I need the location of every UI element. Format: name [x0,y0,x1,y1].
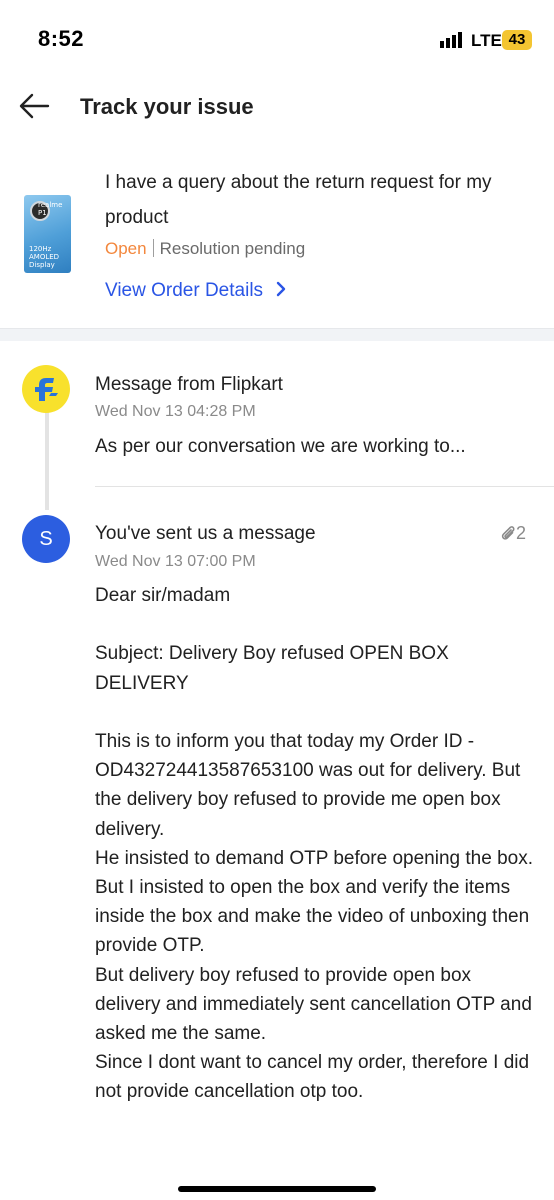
paperclip-icon [501,526,515,540]
status-bar: 8:52 LTE 43 [0,0,554,82]
attachment-count: 2 [516,523,527,543]
view-order-label: View Order Details [105,280,264,301]
flipkart-logo-icon [22,365,70,413]
battery-indicator: 43 [502,30,532,50]
avatar: S [22,515,70,563]
message-preview[interactable]: As per our conversation we are working t… [95,436,466,458]
message-paragraph: This is to inform you that today my Orde… [95,730,521,840]
message-title: Message from Flipkart [95,374,283,395]
attachments-indicator[interactable]: 2 [500,523,526,544]
message-paragraph: Since I dont want to cancel my order, th… [95,1052,530,1103]
message-time: Wed Nov 13 04:28 PM [95,403,256,420]
section-divider [0,328,554,341]
message-paragraph: He insisted to demand OTP before opening… [95,847,533,957]
status-time: 8:52 [38,26,85,51]
home-indicator[interactable] [178,1186,376,1192]
network-type: LTE [471,31,502,50]
arrow-left-icon[interactable] [16,88,52,124]
chevron-right-icon [277,281,286,297]
message-body: Dear sir/madam Subject: Delivery Boy ref… [95,581,540,1107]
app-header: Track your issue [0,82,554,136]
signal-icon [440,32,462,48]
status-separator [152,239,154,257]
issue-card: realme P1 120Hz AMOLED Display I have a … [0,150,554,328]
message-paragraph: Dear sir/madam [95,585,231,606]
message-title: You've sent us a message [95,523,316,544]
timeline-connector [45,398,49,510]
product-image-text: realme P1 [38,201,63,217]
message-divider [95,486,554,487]
issue-status-row: Open Resolution pending [105,239,305,259]
message-paragraph: But delivery boy refused to provide open… [95,964,532,1045]
status-badge: Open [105,239,147,258]
product-image: realme P1 120Hz AMOLED Display [24,195,71,273]
resolution-status: Resolution pending [159,239,306,258]
message-paragraph: Subject: Delivery Boy refused OPEN BOX D… [95,643,449,694]
message-time: Wed Nov 13 07:00 PM [95,553,256,570]
product-image-spec: 120Hz AMOLED Display [29,245,60,269]
issue-query: I have a query about the return request … [105,172,492,228]
view-order-details-link[interactable]: View Order Details [105,280,286,302]
page-title: Track your issue [80,94,254,119]
